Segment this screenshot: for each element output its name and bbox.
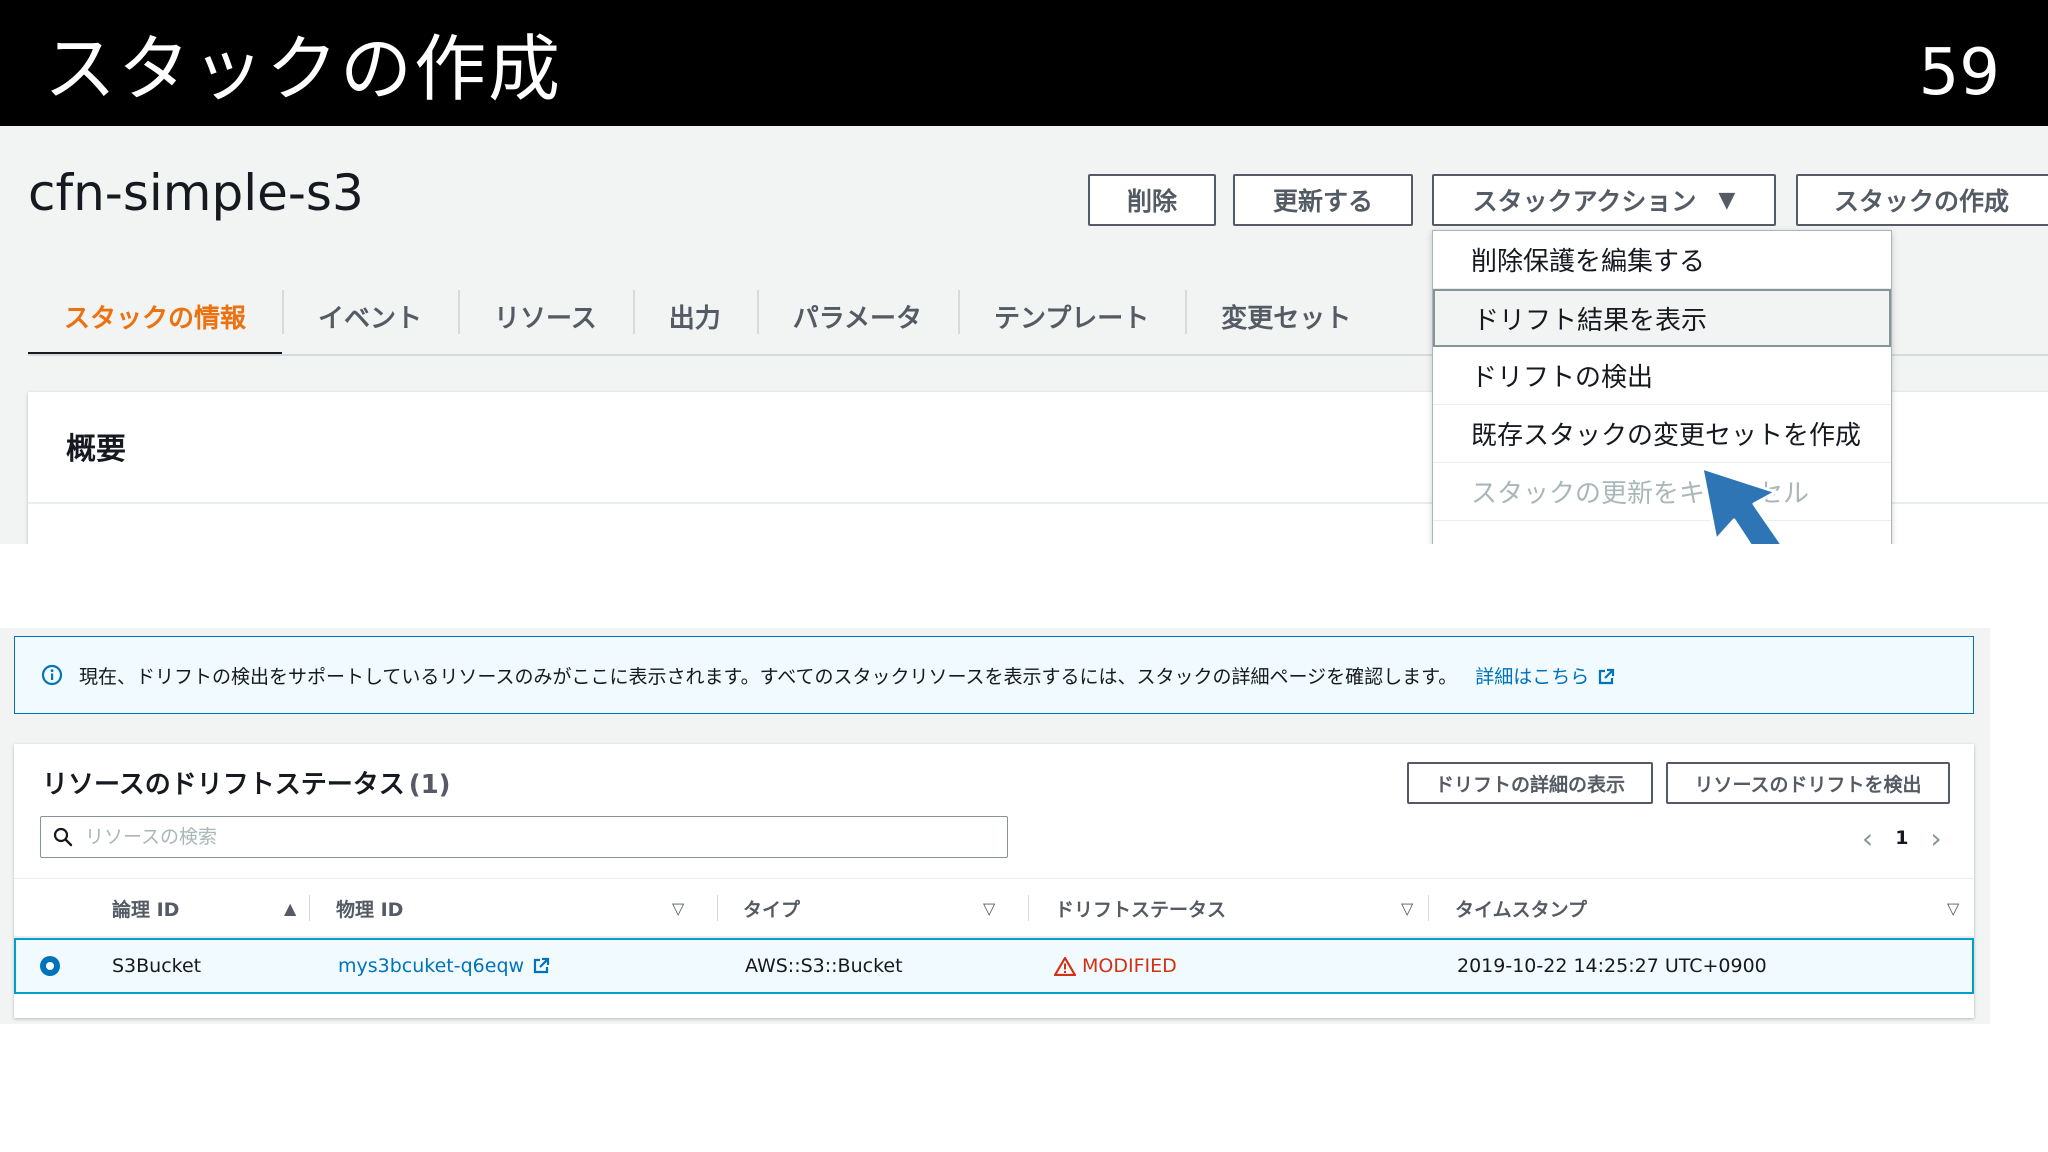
stack-tabs: スタックの情報 イベント リソース 出力 パラメータ テンプレート 変更セット <box>28 276 1387 356</box>
external-link-icon <box>533 957 550 974</box>
table-header: 論理 ID ▲ 物理 ID ▽ タイプ ▽ ドリフトステータス ▽ タイムスタン… <box>14 878 1974 938</box>
row-radio-button[interactable] <box>40 956 60 976</box>
external-link-icon <box>1599 668 1615 685</box>
resource-search <box>40 816 1008 858</box>
update-button[interactable]: 更新する <box>1233 174 1413 226</box>
card-title-text: リソースのドリフトステータス <box>42 770 405 800</box>
stack-details-panel: cfn-simple-s3 削除 更新する スタックアクション ▼ スタックの作… <box>0 126 2048 544</box>
table-row[interactable]: S3Bucket mys3bcuket-q6eqw AWS::S3::Bucke… <box>14 938 1974 994</box>
tab-parameters[interactable]: パラメータ <box>756 276 958 356</box>
warning-icon <box>1054 956 1076 976</box>
menu-item-cancel-update: スタックの更新をキャンセル <box>1433 463 1891 521</box>
column-drift-status[interactable]: ドリフトステータス ▽ <box>1055 879 1413 937</box>
delete-button[interactable]: 削除 <box>1088 174 1216 226</box>
sort-icon: ▽ <box>983 898 996 918</box>
column-drift-status-label: ドリフトステータス <box>1055 898 1227 921</box>
column-type-label: タイプ <box>743 898 801 921</box>
menu-item-create-change-set[interactable]: 既存スタックの変更セットを作成 <box>1433 405 1891 463</box>
resource-drift-card: リソースのドリフトステータス (1) ドリフトの詳細の表示 リソースのドリフトを検… <box>14 744 1974 1018</box>
stack-actions-menu: 削除保護を編集する ドリフト結果を表示 ドリフトの検出 既存スタックの変更セット… <box>1432 230 1892 544</box>
column-physical-id[interactable]: 物理 ID ▽ <box>336 879 684 937</box>
sort-icon: ▽ <box>672 898 685 918</box>
tab-stack-info[interactable]: スタックの情報 <box>28 276 283 356</box>
pointer-arrow-icon <box>1700 466 1784 544</box>
learn-more-label: 詳細はこちら <box>1475 665 1590 688</box>
tab-events[interactable]: イベント <box>282 276 458 356</box>
sort-icon: ▽ <box>1947 898 1960 918</box>
chevron-left-icon[interactable]: ‹ <box>1850 822 1885 855</box>
view-drift-details-button[interactable]: ドリフトの詳細の表示 <box>1407 762 1653 804</box>
column-logical-id[interactable]: 論理 ID ▲ <box>112 879 296 937</box>
current-page[interactable]: 1 <box>1885 827 1918 849</box>
menu-item-edit-termination-protection[interactable]: 削除保護を編集する <box>1433 231 1891 289</box>
stack-actions-label: スタックアクション <box>1472 187 1697 216</box>
drift-status-label: MODIFIED <box>1082 955 1177 977</box>
caret-down-icon: ▼ <box>1718 187 1736 213</box>
stack-actions-button[interactable]: スタックアクション ▼ <box>1432 174 1776 226</box>
stack-name-heading: cfn-simple-s3 <box>28 164 364 222</box>
overview-title: 概要 <box>66 432 126 467</box>
sort-icon: ▽ <box>1401 898 1414 918</box>
type-cell: AWS::S3::Bucket <box>745 955 903 977</box>
tab-outputs[interactable]: 出力 <box>632 276 757 356</box>
column-separator <box>717 895 718 921</box>
drift-status-cell: MODIFIED <box>1054 940 1177 992</box>
column-separator <box>1028 895 1029 921</box>
column-separator <box>1428 895 1429 921</box>
tab-change-sets[interactable]: 変更セット <box>1185 276 1387 356</box>
tab-template[interactable]: テンプレート <box>957 276 1185 356</box>
resource-count: (1) <box>408 770 451 800</box>
tab-resources[interactable]: リソース <box>458 276 633 356</box>
slide-header: スタックの作成 59 <box>0 0 2048 126</box>
learn-more-link[interactable]: 詳細はこちら <box>1475 662 1615 689</box>
menu-item-view-drift-results[interactable]: ドリフト結果を表示 <box>1433 289 1891 347</box>
create-stack-button[interactable]: スタックの作成 <box>1796 174 2048 226</box>
slide-page-number: 59 <box>1918 36 2000 110</box>
sort-ascending-icon: ▲ <box>284 898 297 918</box>
timestamp-cell: 2019-10-22 14:25:27 UTC+0900 <box>1457 955 1767 977</box>
logical-id-cell: S3Bucket <box>112 955 202 977</box>
search-icon <box>53 827 73 847</box>
info-banner: 現在、ドリフトの検出をサポートしているリソースのみがここに表示されます。すべての… <box>14 636 1974 714</box>
detect-resource-drift-button[interactable]: リソースのドリフトを検出 <box>1666 762 1950 804</box>
info-banner-text: 現在、ドリフトの検出をサポートしているリソースのみがここに表示されます。すべての… <box>79 665 1458 688</box>
physical-id-label: mys3bcuket-q6eqw <box>338 955 525 977</box>
column-separator <box>309 895 310 921</box>
resource-search-input[interactable] <box>83 825 967 849</box>
column-timestamp[interactable]: タイムスタンプ ▽ <box>1455 879 1959 937</box>
info-icon <box>41 664 63 686</box>
chevron-right-icon[interactable]: › <box>1918 822 1953 855</box>
column-type[interactable]: タイプ ▽ <box>743 879 995 937</box>
menu-item-detect-drift[interactable]: ドリフトの検出 <box>1433 347 1891 405</box>
physical-id-link[interactable]: mys3bcuket-q6eqw <box>338 940 550 992</box>
slide-title: スタックの作成 <box>44 27 563 111</box>
column-logical-id-label: 論理 ID <box>112 898 180 921</box>
card-title: リソースのドリフトステータス (1) <box>42 764 451 801</box>
pagination: ‹ 1 › <box>1850 820 1954 856</box>
column-timestamp-label: タイムスタンプ <box>1455 898 1588 921</box>
drift-status-panel: 現在、ドリフトの検出をサポートしているリソースのみがここに表示されます。すべての… <box>0 628 1990 1024</box>
column-physical-id-label: 物理 ID <box>336 898 404 921</box>
